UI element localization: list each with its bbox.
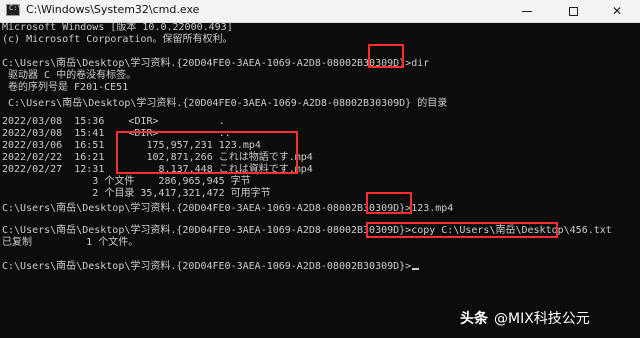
highlight-box-open-mp4 (366, 192, 412, 214)
terminal-line: 已复制 1 个文件。 (2, 237, 139, 248)
watermark-brand: 头条 (460, 311, 488, 327)
terminal-line: C:\Users\南岳\Desktop\学习资料.{20D04FE0-3AEA-… (2, 98, 448, 109)
cmd-icon: C:\ (6, 4, 22, 16)
maximize-icon (568, 6, 578, 16)
text-cursor (412, 268, 420, 270)
terminal-output[interactable]: Microsoft Windows [版本 10.0.22000.493] (c… (0, 22, 640, 338)
terminal-line: Microsoft Windows [版本 10.0.22000.493] (2, 22, 233, 33)
minimize-icon (522, 10, 532, 12)
terminal-prompt: C:\Users\南岳\Desktop\学习资料.{20D04FE0-3AEA-… (2, 261, 420, 273)
terminal-line: (c) Microsoft Corporation。保留所有权利。 (2, 34, 233, 45)
terminal-line: 驱动器 C 中的卷没有标签。 (2, 70, 137, 81)
highlight-box-dir-command (368, 44, 404, 68)
highlight-box-copy-command (366, 222, 558, 238)
highlight-box-file-list (116, 131, 298, 174)
terminal-line: C:\Users\南岳\Desktop\学习资料.{20D04FE0-3AEA-… (2, 58, 430, 69)
watermark-handle: @MIX科技公元 (494, 311, 590, 327)
close-button[interactable]: ✕ (594, 0, 640, 22)
close-icon: ✕ (611, 4, 623, 18)
watermark: 头条 @MIX科技公元 (460, 308, 590, 328)
prompt-text: C:\Users\南岳\Desktop\学习资料.{20D04FE0-3AEA-… (2, 261, 412, 272)
minimize-button[interactable] (504, 0, 550, 22)
maximize-button[interactable] (550, 0, 596, 22)
terminal-line: 2 个目录 35,417,321,472 可用字节 (2, 188, 271, 199)
terminal-line: 卷的序列号是 F201-CE51 (2, 82, 129, 93)
terminal-line: 3 个文件 286,965,945 字节 (2, 176, 251, 187)
window-title: C:\Windows\System32\cmd.exe (26, 3, 200, 16)
terminal-line: 2022/03/08 15:36 <DIR> . (2, 116, 225, 127)
title-bar: C:\ C:\Windows\System32\cmd.exe ✕ (0, 0, 640, 23)
